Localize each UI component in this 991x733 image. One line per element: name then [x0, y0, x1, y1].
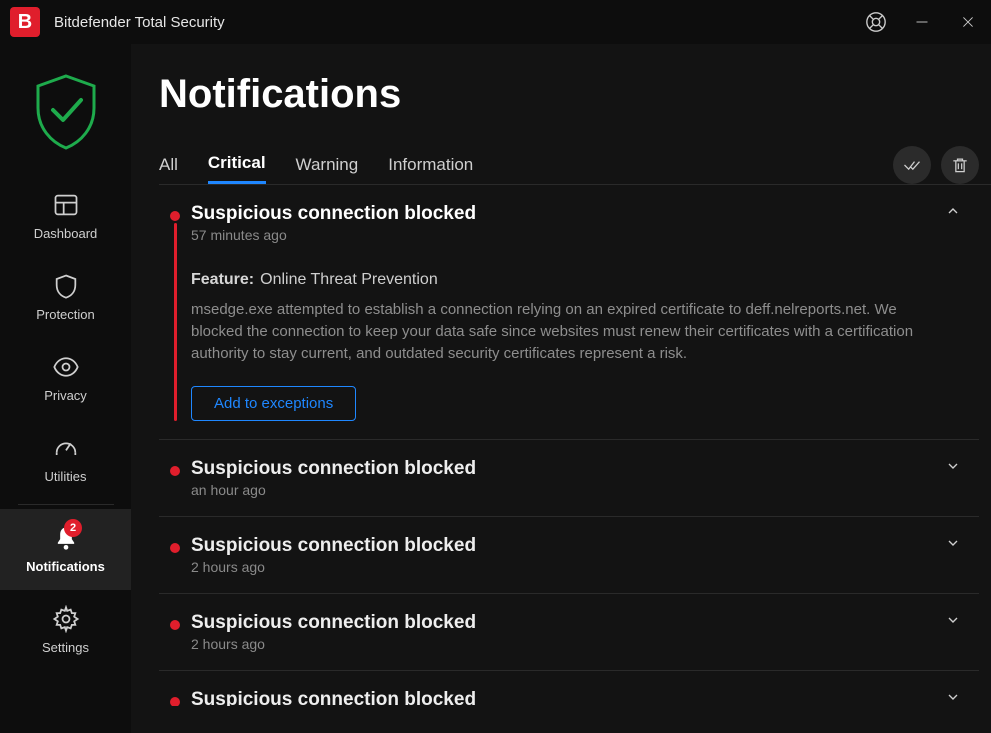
collapse-button[interactable]	[945, 203, 961, 224]
severity-line	[174, 223, 177, 421]
mark-all-read-button[interactable]	[893, 146, 931, 184]
sidebar-item-utilities[interactable]: Utilities	[0, 419, 131, 500]
notification-item[interactable]: Suspicious connection blocked 57 minutes…	[159, 185, 979, 440]
notification-feature: Feature: Online Threat Prevention	[191, 271, 929, 289]
eye-icon	[0, 352, 131, 382]
notification-item[interactable]: Suspicious connection blocked an hour ag…	[159, 440, 979, 517]
minimize-button[interactable]	[899, 0, 945, 44]
sidebar-item-label: Dashboard	[0, 226, 131, 241]
app-logo: B	[10, 7, 40, 37]
notification-time: 2 hours ago	[191, 636, 929, 652]
notification-title: Suspicious connection blocked	[191, 612, 929, 634]
severity-dot-icon	[170, 466, 180, 476]
sidebar: Dashboard Protection Privacy Utilities 2…	[0, 44, 131, 733]
sidebar-item-privacy[interactable]: Privacy	[0, 338, 131, 419]
support-icon[interactable]	[853, 0, 899, 44]
notification-item[interactable]: Suspicious connection blocked 2 hours ag…	[159, 594, 979, 671]
notification-time: an hour ago	[191, 482, 929, 498]
notification-description: msedge.exe attempted to establish a conn…	[191, 299, 929, 364]
sidebar-item-label: Protection	[0, 307, 131, 322]
add-to-exceptions-button[interactable]: Add to exceptions	[191, 386, 356, 421]
tab-warning[interactable]: Warning	[296, 147, 359, 183]
sidebar-item-label: Utilities	[0, 469, 131, 484]
severity-dot-icon	[170, 211, 180, 221]
tab-row: All Critical Warning Information	[159, 145, 991, 185]
speedometer-icon	[0, 433, 131, 463]
expand-button[interactable]	[945, 535, 961, 556]
delete-all-button[interactable]	[941, 146, 979, 184]
tab-critical[interactable]: Critical	[208, 145, 266, 184]
sidebar-item-dashboard[interactable]: Dashboard	[0, 176, 131, 257]
notification-title: Suspicious connection blocked	[191, 458, 929, 480]
title-bar: B Bitdefender Total Security	[0, 0, 991, 44]
notification-title: Suspicious connection blocked	[191, 203, 929, 225]
notification-time: 57 minutes ago	[191, 227, 929, 243]
severity-dot-icon	[170, 697, 180, 706]
page-title: Notifications	[159, 72, 991, 117]
tab-all[interactable]: All	[159, 147, 178, 183]
tab-information[interactable]: Information	[388, 147, 473, 183]
sidebar-item-notifications[interactable]: 2 Notifications	[0, 509, 131, 590]
notifications-badge: 2	[64, 519, 82, 537]
sidebar-item-label: Settings	[0, 640, 131, 655]
close-button[interactable]	[945, 0, 991, 44]
notification-title: Suspicious connection blocked	[191, 689, 929, 706]
notification-list: Suspicious connection blocked 57 minutes…	[159, 185, 991, 706]
expand-button[interactable]	[945, 458, 961, 479]
feature-label: Feature:	[191, 271, 254, 288]
gear-icon	[0, 604, 131, 634]
feature-value: Online Threat Prevention	[260, 271, 438, 288]
notification-title: Suspicious connection blocked	[191, 535, 929, 557]
sidebar-item-label: Notifications	[0, 559, 131, 574]
notification-item[interactable]: Suspicious connection blocked 2 hours ag…	[159, 517, 979, 594]
sidebar-separator	[18, 504, 114, 505]
expand-button[interactable]	[945, 612, 961, 633]
severity-dot-icon	[170, 620, 180, 630]
main-content: Notifications All Critical Warning Infor…	[131, 44, 991, 733]
sidebar-item-settings[interactable]: Settings	[0, 590, 131, 671]
status-shield-icon	[31, 72, 101, 152]
dashboard-icon	[0, 190, 131, 220]
severity-dot-icon	[170, 543, 180, 553]
shield-icon	[0, 271, 131, 301]
sidebar-item-label: Privacy	[0, 388, 131, 403]
notification-time: 2 hours ago	[191, 559, 929, 575]
app-title: Bitdefender Total Security	[54, 14, 225, 31]
notification-item[interactable]: Suspicious connection blocked 2 hours ag…	[159, 671, 979, 706]
sidebar-item-protection[interactable]: Protection	[0, 257, 131, 338]
expand-button[interactable]	[945, 689, 961, 706]
